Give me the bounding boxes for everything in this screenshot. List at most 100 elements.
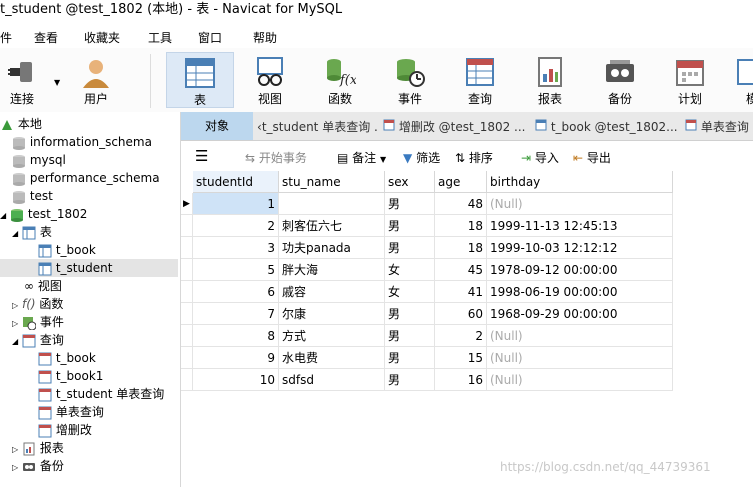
sort-button[interactable]: ⇅ 排序 [455, 149, 493, 166]
tree-query-single-table[interactable]: 单表查询 [38, 403, 104, 421]
expand-arrow-icon[interactable]: ▷ [12, 319, 18, 328]
tree-query-crud[interactable]: 增删改 [38, 421, 92, 439]
event-button[interactable]: 事件 [378, 52, 442, 108]
cell-sex[interactable]: 男 [385, 369, 435, 391]
tree-db-information-schema[interactable]: information_schema [12, 133, 152, 151]
cell-studentid[interactable]: 8 [193, 325, 279, 347]
tree-group-backups[interactable]: ▷ 备份 [12, 457, 64, 475]
memo-button[interactable]: ▤ 备注 ▼ [337, 149, 386, 166]
query-button[interactable]: 查询 [448, 52, 512, 108]
row-indicator[interactable] [181, 237, 193, 259]
row-indicator[interactable]: ▶ [181, 193, 193, 215]
tree-query-t-book[interactable]: t_book [38, 349, 96, 367]
menu-favorites[interactable]: 收藏夹 [84, 29, 120, 46]
tab-crud[interactable]: 增删改 @test_1802 ... [383, 115, 531, 140]
tree-group-tables[interactable]: ◢ 表 [12, 223, 52, 241]
row-indicator[interactable] [181, 215, 193, 237]
tree-group-views[interactable]: ∞ 视图 [24, 277, 62, 295]
tree-db-test-1802[interactable]: ◢ test_1802 [0, 205, 87, 223]
tree-query-t-student-single[interactable]: t_student 单表查询 [38, 385, 164, 403]
tree-group-functions[interactable]: ▷ f() 函数 [12, 295, 63, 313]
cell-stu-name[interactable]: 胖大海 [279, 259, 385, 281]
user-button[interactable]: 用户 [64, 52, 128, 108]
collapse-arrow-icon[interactable]: ◢ [12, 229, 18, 238]
menu-window[interactable]: 窗口 [198, 29, 222, 46]
collapse-arrow-icon[interactable]: ◢ [0, 211, 6, 220]
import-button[interactable]: ⇥ 导入 [521, 149, 559, 166]
cell-stu-name[interactable]: 戚容 [279, 281, 385, 303]
cell-age[interactable]: 45 [435, 259, 487, 281]
cell-age[interactable]: 48 [435, 193, 487, 215]
cell-sex[interactable]: 女 [385, 259, 435, 281]
cell-sex[interactable]: 男 [385, 303, 435, 325]
cell-age[interactable]: 60 [435, 303, 487, 325]
report-button[interactable]: 报表 [518, 52, 582, 108]
tab-t-book[interactable]: t_book @test_1802... [535, 115, 681, 140]
cell-birthday[interactable]: 1999-11-13 12:45:13 [487, 215, 673, 237]
column-header-birthday[interactable]: birthday [487, 171, 673, 193]
function-button[interactable]: f(x) 函数 [308, 52, 372, 108]
tab-objects[interactable]: 对象 [181, 112, 253, 140]
cell-studentid[interactable]: 10 [193, 369, 279, 391]
row-indicator[interactable] [181, 325, 193, 347]
cell-birthday[interactable]: (Null) [487, 325, 673, 347]
row-indicator[interactable] [181, 369, 193, 391]
hamburger-menu-icon[interactable]: ☰ [195, 147, 208, 165]
table-button[interactable]: 表 [166, 52, 234, 108]
cell-age[interactable]: 18 [435, 237, 487, 259]
connect-button[interactable]: 连接 [0, 52, 54, 108]
cell-stu-name[interactable] [279, 193, 385, 215]
model-button[interactable]: 模 [728, 52, 753, 108]
cell-studentid[interactable]: 3 [193, 237, 279, 259]
cell-studentid[interactable]: 9 [193, 347, 279, 369]
cell-stu-name[interactable]: 刺客伍六七 [279, 215, 385, 237]
connect-dropdown-icon[interactable]: ▼ [54, 78, 60, 87]
collapse-arrow-icon[interactable]: ◢ [12, 337, 18, 346]
tab-single-query[interactable]: 单表查询 [685, 115, 753, 140]
cell-sex[interactable]: 男 [385, 325, 435, 347]
cell-studentid[interactable]: 1 [193, 193, 279, 215]
dropdown-arrow-icon[interactable]: ▼ [380, 155, 386, 164]
cell-birthday[interactable]: (Null) [487, 347, 673, 369]
cell-stu-name[interactable]: sdfsd [279, 369, 385, 391]
tree-db-mysql[interactable]: mysql [12, 151, 66, 169]
cell-sex[interactable]: 女 [385, 281, 435, 303]
cell-studentid[interactable]: 5 [193, 259, 279, 281]
menu-file[interactable]: 件 [0, 29, 12, 46]
cell-age[interactable]: 2 [435, 325, 487, 347]
cell-stu-name[interactable]: 尔康 [279, 303, 385, 325]
cell-age[interactable]: 18 [435, 215, 487, 237]
tree-connection-local[interactable]: 本地 [0, 115, 42, 133]
row-indicator[interactable] [181, 259, 193, 281]
column-header-studentid[interactable]: studentId [193, 171, 279, 193]
tree-table-t-student[interactable]: t_student [0, 259, 178, 277]
begin-transaction-button[interactable]: ⇆ 开始事务 [245, 149, 307, 166]
tree-query-t-book1[interactable]: t_book1 [38, 367, 103, 385]
cell-birthday[interactable]: (Null) [487, 369, 673, 391]
tree-table-t-book[interactable]: t_book [38, 241, 96, 259]
tab-t-student-single-query[interactable]: ‹t_student 单表查询 ... [257, 115, 379, 140]
cell-birthday[interactable]: (Null) [487, 193, 673, 215]
cell-birthday[interactable]: 1998-06-19 00:00:00 [487, 281, 673, 303]
tree-group-queries[interactable]: ◢ 查询 [12, 331, 64, 349]
tree-group-reports[interactable]: ▷ 报表 [12, 439, 64, 457]
tree-db-test[interactable]: test [12, 187, 53, 205]
export-button[interactable]: ⇤ 导出 [573, 149, 611, 166]
cell-studentid[interactable]: 7 [193, 303, 279, 325]
cell-age[interactable]: 41 [435, 281, 487, 303]
cell-stu-name[interactable]: 功夫panada [279, 237, 385, 259]
cell-studentid[interactable]: 2 [193, 215, 279, 237]
backup-button[interactable]: 备份 [588, 52, 652, 108]
cell-studentid[interactable]: 6 [193, 281, 279, 303]
cell-sex[interactable]: 男 [385, 215, 435, 237]
cell-age[interactable]: 16 [435, 369, 487, 391]
column-header-sex[interactable]: sex [385, 171, 435, 193]
cell-sex[interactable]: 男 [385, 193, 435, 215]
filter-button[interactable]: ▼ 筛选 [403, 149, 440, 166]
tree-group-events[interactable]: ▷ 事件 [12, 313, 64, 331]
column-header-stu-name[interactable]: stu_name [279, 171, 385, 193]
cell-sex[interactable]: 男 [385, 237, 435, 259]
view-button[interactable]: 视图 [238, 52, 302, 108]
cell-age[interactable]: 15 [435, 347, 487, 369]
expand-arrow-icon[interactable]: ▷ [12, 445, 18, 454]
